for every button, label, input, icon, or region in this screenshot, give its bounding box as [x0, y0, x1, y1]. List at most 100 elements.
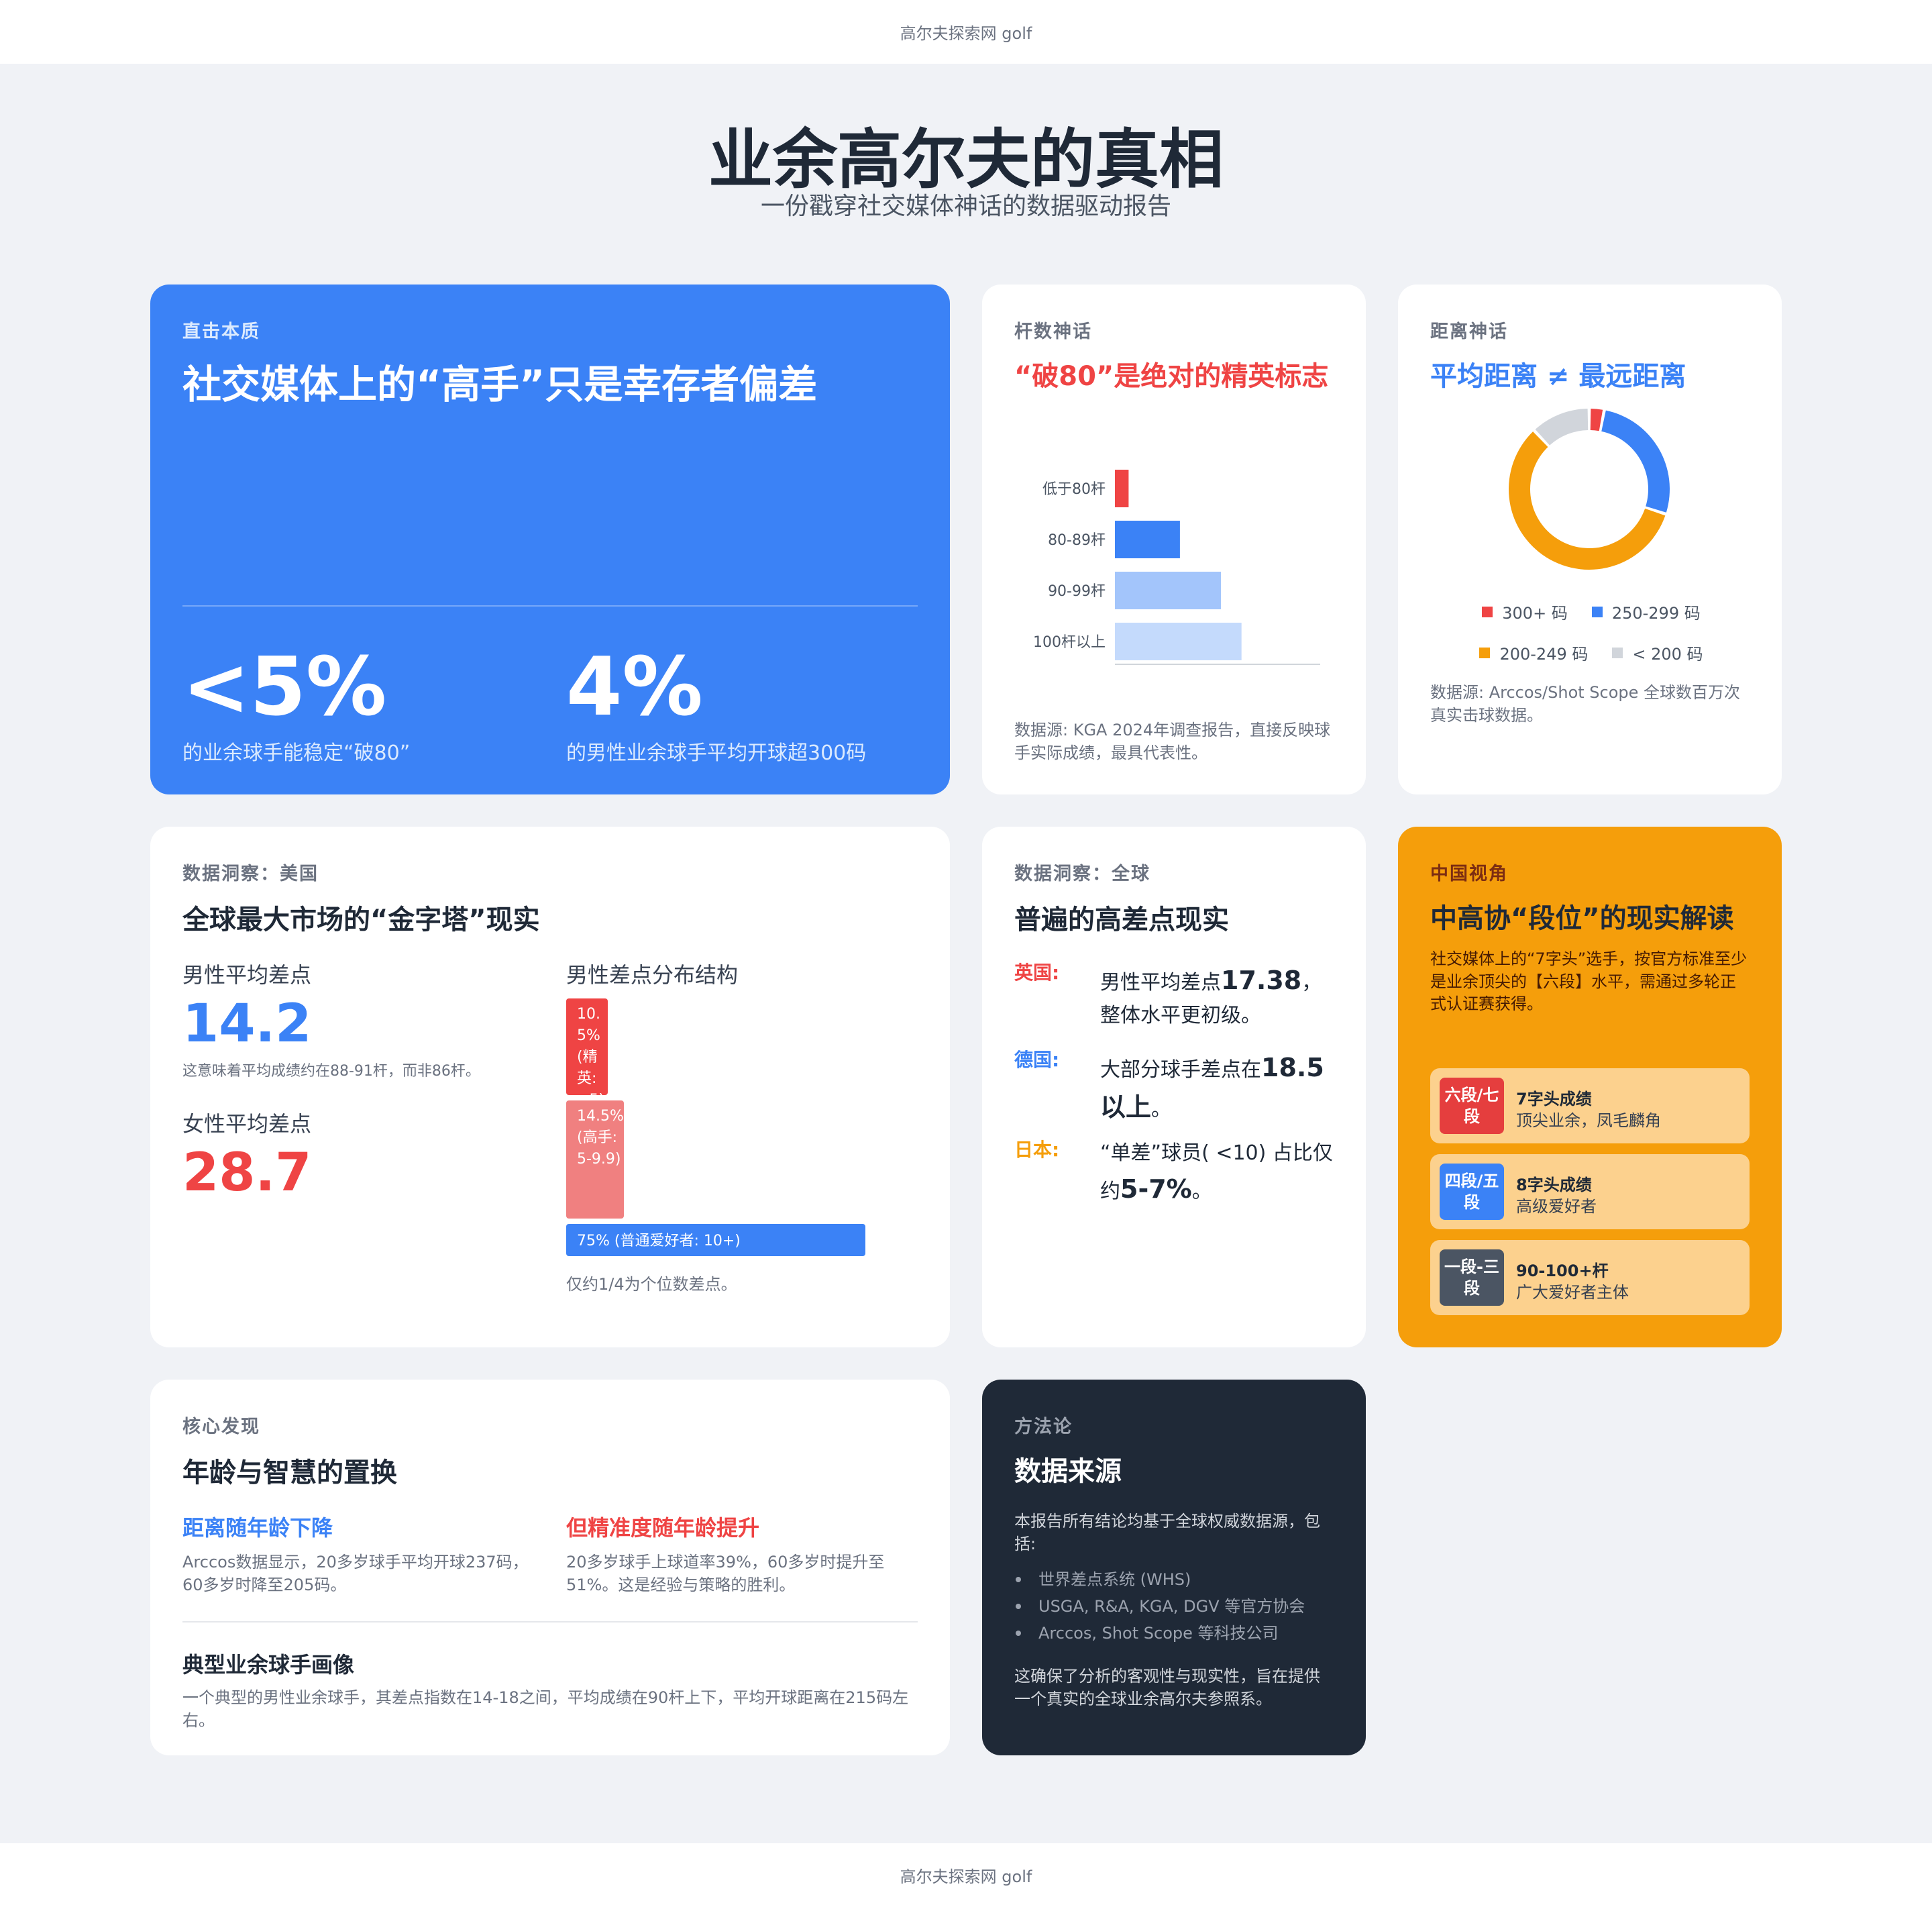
distribution-bar: 10.5% (精英: <5)	[566, 998, 608, 1095]
legend-item: 250-299 码	[1591, 600, 1701, 623]
distribution-title: 男性差点分布结构	[566, 962, 739, 988]
source-item: USGA, R&A, KGA, DGV 等官方协会	[1014, 1593, 1334, 1620]
stat-300-yards: 4% 的男性业余球手平均开球超300码	[566, 643, 866, 766]
country-row: 英国: 男性平均差点17.38，整体水平更初级。	[1014, 958, 1336, 1039]
card-eyebrow: 数据洞察：全球	[1014, 864, 1150, 884]
country-label: 英国:	[1014, 962, 1060, 984]
card-title: 年龄与智慧的置换	[182, 1457, 397, 1488]
distance-donut-chart	[1509, 409, 1670, 570]
donut-slice	[1535, 409, 1589, 446]
source-item: 世界差点系统 (WHS)	[1014, 1566, 1334, 1593]
text-fragment: 。	[1191, 1179, 1212, 1203]
text-fragment: 17.38	[1221, 966, 1302, 995]
distance-myth-card: 距离神话 平均距离 ≠ 最远距离 300+ 码 250-299 码 200-249 …	[1398, 285, 1782, 794]
card-title: 数据来源	[1014, 1456, 1122, 1487]
bottom-bar: 高尔夫探索网 golf	[0, 1843, 1932, 1907]
bar	[1115, 470, 1129, 507]
rank-badge: 一段-三段	[1440, 1249, 1504, 1306]
bar	[1115, 623, 1242, 660]
donut-legend: 300+ 码 250-299 码 200-249 码 < 200 码	[1430, 600, 1752, 664]
country-text: 男性平均差点17.38，整体水平更初级。	[1100, 961, 1342, 1031]
country-text: 大部分球手差点在18.5以上。	[1100, 1048, 1342, 1127]
category-label: 100杆以上	[1033, 634, 1106, 651]
stat-value: <5%	[182, 641, 387, 734]
text-fragment: 。	[1151, 1097, 1172, 1121]
legend-label: < 200 码	[1632, 645, 1703, 664]
card-eyebrow: 方法论	[1014, 1416, 1073, 1437]
legend-label: 250-299 码	[1611, 604, 1701, 623]
block-title: 典型业余球手画像	[182, 1652, 355, 1678]
stat-value: 4%	[566, 641, 703, 734]
rank-row: 一段-三段 90-100+杆 广大爱好者主体	[1430, 1240, 1750, 1315]
legend-swatch	[1482, 606, 1493, 617]
china-perspective-card: 中国视角 中高协“段位”的现实解读 社交媒体上的“7字头”选手，按官方标准至少是…	[1398, 827, 1782, 1347]
stat-label: 的业余球手能稳定“破80”	[182, 741, 411, 765]
rank-title: 8字头成绩	[1516, 1176, 1592, 1194]
typical-profile-block: 典型业余球手画像 一个典型的男性业余球手，其差点指数在14-18之间，平均成绩在…	[182, 1648, 920, 1732]
rank-subtitle: 顶尖业余，凤毛麟角	[1516, 1111, 1661, 1130]
divider	[182, 605, 918, 607]
card-eyebrow: 杆数神话	[1014, 321, 1092, 342]
card-title: 普遍的高差点现实	[1014, 905, 1229, 935]
rank-badge: 四段/五段	[1440, 1164, 1504, 1220]
chart-source: 数据源: KGA 2024年调查报告，直接反映球手实际成绩，最具代表性。	[1014, 721, 1331, 762]
male-handicap-label: 男性平均差点	[182, 962, 312, 988]
card-eyebrow: 直击本质	[182, 321, 260, 342]
donut-slice	[1590, 409, 1603, 431]
male-handicap-value: 14.2	[182, 994, 312, 1054]
method-intro: 本报告所有结论均基于全球权威数据源，包括:	[1014, 1512, 1320, 1553]
strokes-bar-chart: 低于80杆80-89杆90-99杆100杆以上0%20%40%60%	[1033, 470, 1336, 680]
country-row: 日本: “单差”球员( <10) 占比仅约5-7%。	[1014, 1135, 1336, 1216]
handicap-stats: 男性平均差点 14.2 这意味着平均成绩约在88-91杆，而非86杆。 女性平均…	[182, 958, 531, 1202]
global-insight-card: 数据洞察：全球 普遍的高差点现实 英国: 男性平均差点17.38，整体水平更初级。…	[982, 827, 1366, 1347]
legend-item: 200-249 码	[1479, 641, 1588, 664]
category-label: 90-99杆	[1048, 583, 1106, 600]
block-text: 20多岁球手上球道率39%，60多岁时提升至51%。这是经验与策略的胜利。	[566, 1553, 885, 1594]
survivor-bias-card: 直击本质 社交媒体上的“高手”只是幸存者偏差 <5% 的业余球手能稳定“破80”…	[150, 285, 950, 794]
card-eyebrow: 距离神话	[1430, 321, 1508, 342]
category-label: 80-89杆	[1048, 532, 1106, 549]
donut-slice	[1601, 410, 1670, 513]
card-eyebrow: 核心发现	[182, 1416, 260, 1437]
text-fragment: 大部分球手差点在	[1100, 1058, 1261, 1082]
distribution-note: 仅约1/4为个位数差点。	[566, 1275, 737, 1294]
rank-badge: 六段/七段	[1440, 1078, 1504, 1134]
rank-subtitle: 高级爱好者	[1516, 1197, 1597, 1216]
strokes-myth-card: 杆数神话 “破80”是绝对的精英标志 低于80杆 80-89杆 90-99杆 100杆…	[982, 285, 1366, 794]
rank-subtitle: 广大爱好者主体	[1516, 1283, 1629, 1302]
bar	[1115, 572, 1222, 609]
methodology-card: 方法论 数据来源 本报告所有结论均基于全球权威数据源，包括: 世界差点系统 (W…	[982, 1380, 1366, 1755]
chart-source: 数据源: Arccos/Shot Scope 全球数百万次真实击球数据。	[1430, 683, 1741, 725]
rank-row: 六段/七段 7字头成绩 顶尖业余，凤毛麟角	[1430, 1068, 1750, 1143]
legend-label: 200-249 码	[1499, 645, 1589, 664]
usa-insight-card: 数据洞察：美国 全球最大市场的“金字塔”现实 男性平均差点 14.2 这意味着平…	[150, 827, 950, 1347]
country-label: 德国:	[1014, 1049, 1060, 1071]
block-title: 但精准度随年龄提升	[566, 1515, 760, 1541]
age-finding-card: 核心发现 年龄与智慧的置换 距离随年龄下降 Arccos数据显示，20多岁球手平…	[150, 1380, 950, 1755]
block-text: 一个典型的男性业余球手，其差点指数在14-18之间，平均成绩在90杆上下，平均开…	[182, 1688, 909, 1730]
card-title: 中高协“段位”的现实解读	[1430, 903, 1734, 934]
legend-swatch	[1612, 647, 1623, 658]
stat-break-80: <5% 的业余球手能稳定“破80”	[182, 643, 410, 766]
legend-swatch	[1591, 606, 1603, 617]
card-title: 全球最大市场的“金字塔”现实	[182, 905, 540, 935]
legend-item: 300+ 码	[1482, 600, 1568, 623]
female-handicap-label: 女性平均差点	[182, 1111, 312, 1137]
method-outro: 这确保了分析的客观性与现实性，旨在提供一个真实的全球业余高尔夫参照系。	[1014, 1667, 1320, 1708]
country-label: 日本:	[1014, 1139, 1060, 1161]
card-description: 社交媒体上的“7字头”选手，按官方标准至少是业余顶尖的【六段】水平，需通过多轮正…	[1430, 949, 1748, 1014]
block-text: Arccos数据显示，20多岁球手平均开球237码，60多岁时降至205码。	[182, 1553, 529, 1594]
country-row: 德国: 大部分球手差点在18.5以上。	[1014, 1045, 1336, 1126]
card-title: “破80”是绝对的精英标志	[1014, 361, 1329, 392]
bar	[1115, 521, 1180, 558]
legend-swatch	[1479, 647, 1491, 658]
country-text: “单差”球员( <10) 占比仅约5-7%。	[1100, 1138, 1342, 1208]
card-title: 平均距离 ≠ 最远距离	[1430, 361, 1686, 392]
distance-decline-block: 距离随年龄下降 Arccos数据显示，20多岁球手平均开球237码，60多岁时降…	[182, 1511, 531, 1596]
page-subtitle: 一份戳穿社交媒体神话的数据驱动报告	[760, 193, 1171, 220]
site-name: 高尔夫探索网 golf	[900, 24, 1032, 43]
stat-label: 的男性业余球手平均开球超300码	[566, 741, 867, 765]
site-name: 高尔夫探索网 golf	[900, 1867, 1032, 1886]
distribution-bar: 75% (普通爱好者: 10+)	[566, 1224, 865, 1256]
block-title: 距离随年龄下降	[182, 1515, 333, 1541]
